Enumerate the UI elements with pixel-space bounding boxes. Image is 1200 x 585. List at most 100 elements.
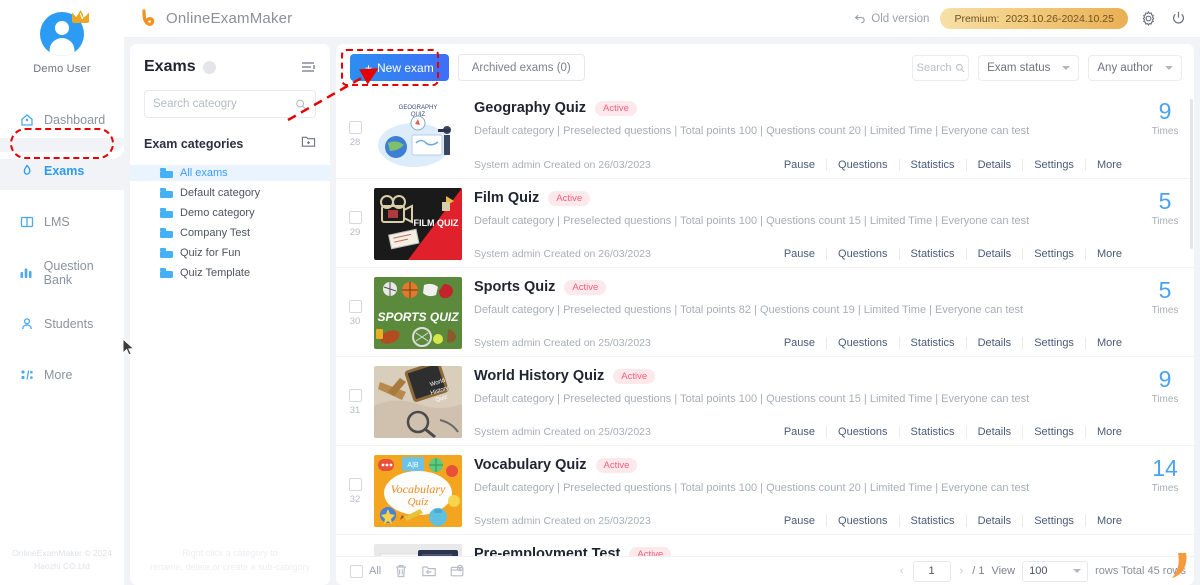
exam-title[interactable]: Geography Quiz xyxy=(474,100,586,116)
action-more[interactable]: More xyxy=(1086,337,1124,349)
action-pause[interactable]: Pause xyxy=(773,248,828,260)
action-more[interactable]: More xyxy=(1086,159,1124,171)
exam-title[interactable]: Vocabulary Quiz xyxy=(474,457,587,473)
action-statistics[interactable]: Statistics xyxy=(900,159,967,171)
action-questions[interactable]: Questions xyxy=(827,426,900,438)
new-exam-button[interactable]: + New exam xyxy=(350,54,449,81)
action-pause[interactable]: Pause xyxy=(773,426,828,438)
page-number-input[interactable] xyxy=(912,560,951,582)
row-checkbox[interactable] xyxy=(348,477,362,491)
exam-bottom-line: System admin Created on 25/03/2023 Pause… xyxy=(474,515,1124,527)
page-title: Exams xyxy=(144,58,196,75)
category-item-company-test[interactable]: Company Test xyxy=(130,225,330,241)
action-statistics[interactable]: Statistics xyxy=(900,248,967,260)
old-version-button[interactable]: Old version xyxy=(853,12,929,25)
row-checkbox[interactable] xyxy=(348,299,362,313)
category-item-quiz-for-fun[interactable]: Quiz for Fun xyxy=(130,245,330,261)
action-settings[interactable]: Settings xyxy=(1023,337,1086,349)
sports-quiz-thumb: SPORTS QUIZ xyxy=(374,277,462,349)
exam-times-label: Times xyxy=(1151,216,1179,227)
action-details[interactable]: Details xyxy=(967,426,1024,438)
row-checkbox[interactable] xyxy=(348,388,362,402)
scrollbar-thumb[interactable] xyxy=(1190,99,1193,249)
exam-thumbnail-history: World History Quiz xyxy=(374,366,462,438)
sidebar-item-more[interactable]: More xyxy=(0,356,124,394)
exam-status-select[interactable]: Exam status xyxy=(978,54,1080,81)
collapse-panel-icon[interactable] xyxy=(300,60,316,74)
category-item-all-exams[interactable]: All exams xyxy=(130,165,330,181)
action-questions[interactable]: Questions xyxy=(827,515,900,527)
exam-title[interactable]: World History Quiz xyxy=(474,368,604,384)
exam-panel: + New exam Archived exams (0) Search Exa… xyxy=(336,44,1194,585)
chevron-down-icon xyxy=(1062,65,1071,70)
category-item-default[interactable]: Default category xyxy=(130,185,330,201)
table-row[interactable]: 28 GEOGRAPHY QUIZ Geography Quiz Active … xyxy=(336,89,1194,178)
bar-chart-icon xyxy=(18,265,35,282)
table-row[interactable]: 32 Vocabulary Quiz A|B Vocabulary Quiz A… xyxy=(336,445,1194,534)
premium-badge[interactable]: Premium: 2023.10.26-2024.10.25 xyxy=(940,8,1128,29)
avatar[interactable]: V xyxy=(40,10,89,56)
action-statistics[interactable]: Statistics xyxy=(900,426,967,438)
action-questions[interactable]: Questions xyxy=(827,159,900,171)
action-details[interactable]: Details xyxy=(967,337,1024,349)
next-page-icon[interactable]: › xyxy=(958,565,966,577)
add-category-icon[interactable] xyxy=(301,134,316,153)
action-more[interactable]: More xyxy=(1086,426,1124,438)
action-more[interactable]: More xyxy=(1086,515,1124,527)
archived-exams-button[interactable]: Archived exams (0) xyxy=(457,54,585,81)
power-icon[interactable] xyxy=(1169,9,1188,28)
table-row[interactable]: 31 World History Quiz World History Quiz… xyxy=(336,356,1194,445)
sidebar-item-students[interactable]: Students xyxy=(0,305,124,343)
sidebar-item-exams[interactable]: Exams xyxy=(0,138,124,190)
row-checkbox[interactable] xyxy=(348,121,362,134)
category-item-label: Quiz for Fun xyxy=(180,247,241,259)
action-more[interactable]: More xyxy=(1086,248,1124,260)
help-icon[interactable] xyxy=(202,60,216,74)
table-row[interactable]: 33 xyxy=(336,534,1194,556)
action-settings[interactable]: Settings xyxy=(1023,248,1086,260)
table-row[interactable]: 30 SPORTS QUIZ Sports Quiz Active Defaul… xyxy=(336,267,1194,356)
action-pause[interactable]: Pause xyxy=(773,515,828,527)
sidebar-item-lms[interactable]: LMS xyxy=(0,203,124,241)
action-details[interactable]: Details xyxy=(967,159,1024,171)
action-statistics[interactable]: Statistics xyxy=(900,515,967,527)
gear-icon[interactable] xyxy=(1139,9,1158,28)
action-settings[interactable]: Settings xyxy=(1023,159,1086,171)
action-details[interactable]: Details xyxy=(967,248,1024,260)
move-to-folder-icon[interactable] xyxy=(421,563,437,579)
author-select[interactable]: Any author xyxy=(1088,54,1182,81)
select-all-checkbox[interactable] xyxy=(350,564,363,578)
table-row[interactable]: 29 FILM QUIZ Film Quiz Active Default ca… xyxy=(336,178,1194,267)
view-label: View xyxy=(991,565,1016,577)
action-questions[interactable]: Questions xyxy=(827,248,900,260)
category-search[interactable] xyxy=(144,90,316,118)
exam-title[interactable]: Film Quiz xyxy=(474,190,539,206)
action-settings[interactable]: Settings xyxy=(1023,515,1086,527)
exam-title[interactable]: Sports Quiz xyxy=(474,279,555,295)
sidebar-item-question-bank[interactable]: Question Bank xyxy=(0,254,124,292)
search-input[interactable] xyxy=(153,98,296,110)
exam-list-scrollbar[interactable] xyxy=(1190,89,1194,556)
action-statistics[interactable]: Statistics xyxy=(900,337,967,349)
row-number: 31 xyxy=(349,404,361,416)
category-item-demo[interactable]: Demo category xyxy=(130,205,330,221)
trash-icon[interactable] xyxy=(393,563,409,579)
action-questions[interactable]: Questions xyxy=(827,337,900,349)
action-settings[interactable]: Settings xyxy=(1023,426,1086,438)
category-item-quiz-template[interactable]: Quiz Template xyxy=(130,265,330,281)
exam-times-count: 9 xyxy=(1158,98,1172,124)
action-pause[interactable]: Pause xyxy=(773,159,828,171)
select-all-control[interactable]: All xyxy=(350,564,381,578)
archive-icon[interactable] xyxy=(449,563,465,579)
prev-page-icon[interactable]: ‹ xyxy=(898,565,906,577)
author-label: Any author xyxy=(1097,61,1153,74)
row-checkbox[interactable] xyxy=(348,210,362,224)
exam-bottom-line: System admin Created on 26/03/2023 Pause… xyxy=(474,159,1124,171)
sidebar-item-dashboard[interactable]: Dashboard xyxy=(0,101,124,139)
exam-search-button[interactable]: Search xyxy=(912,54,970,81)
page-size-select[interactable]: 100 xyxy=(1022,560,1089,582)
exam-title[interactable]: Pre-employment Test xyxy=(474,546,620,556)
action-pause[interactable]: Pause xyxy=(773,337,828,349)
action-details[interactable]: Details xyxy=(967,515,1024,527)
